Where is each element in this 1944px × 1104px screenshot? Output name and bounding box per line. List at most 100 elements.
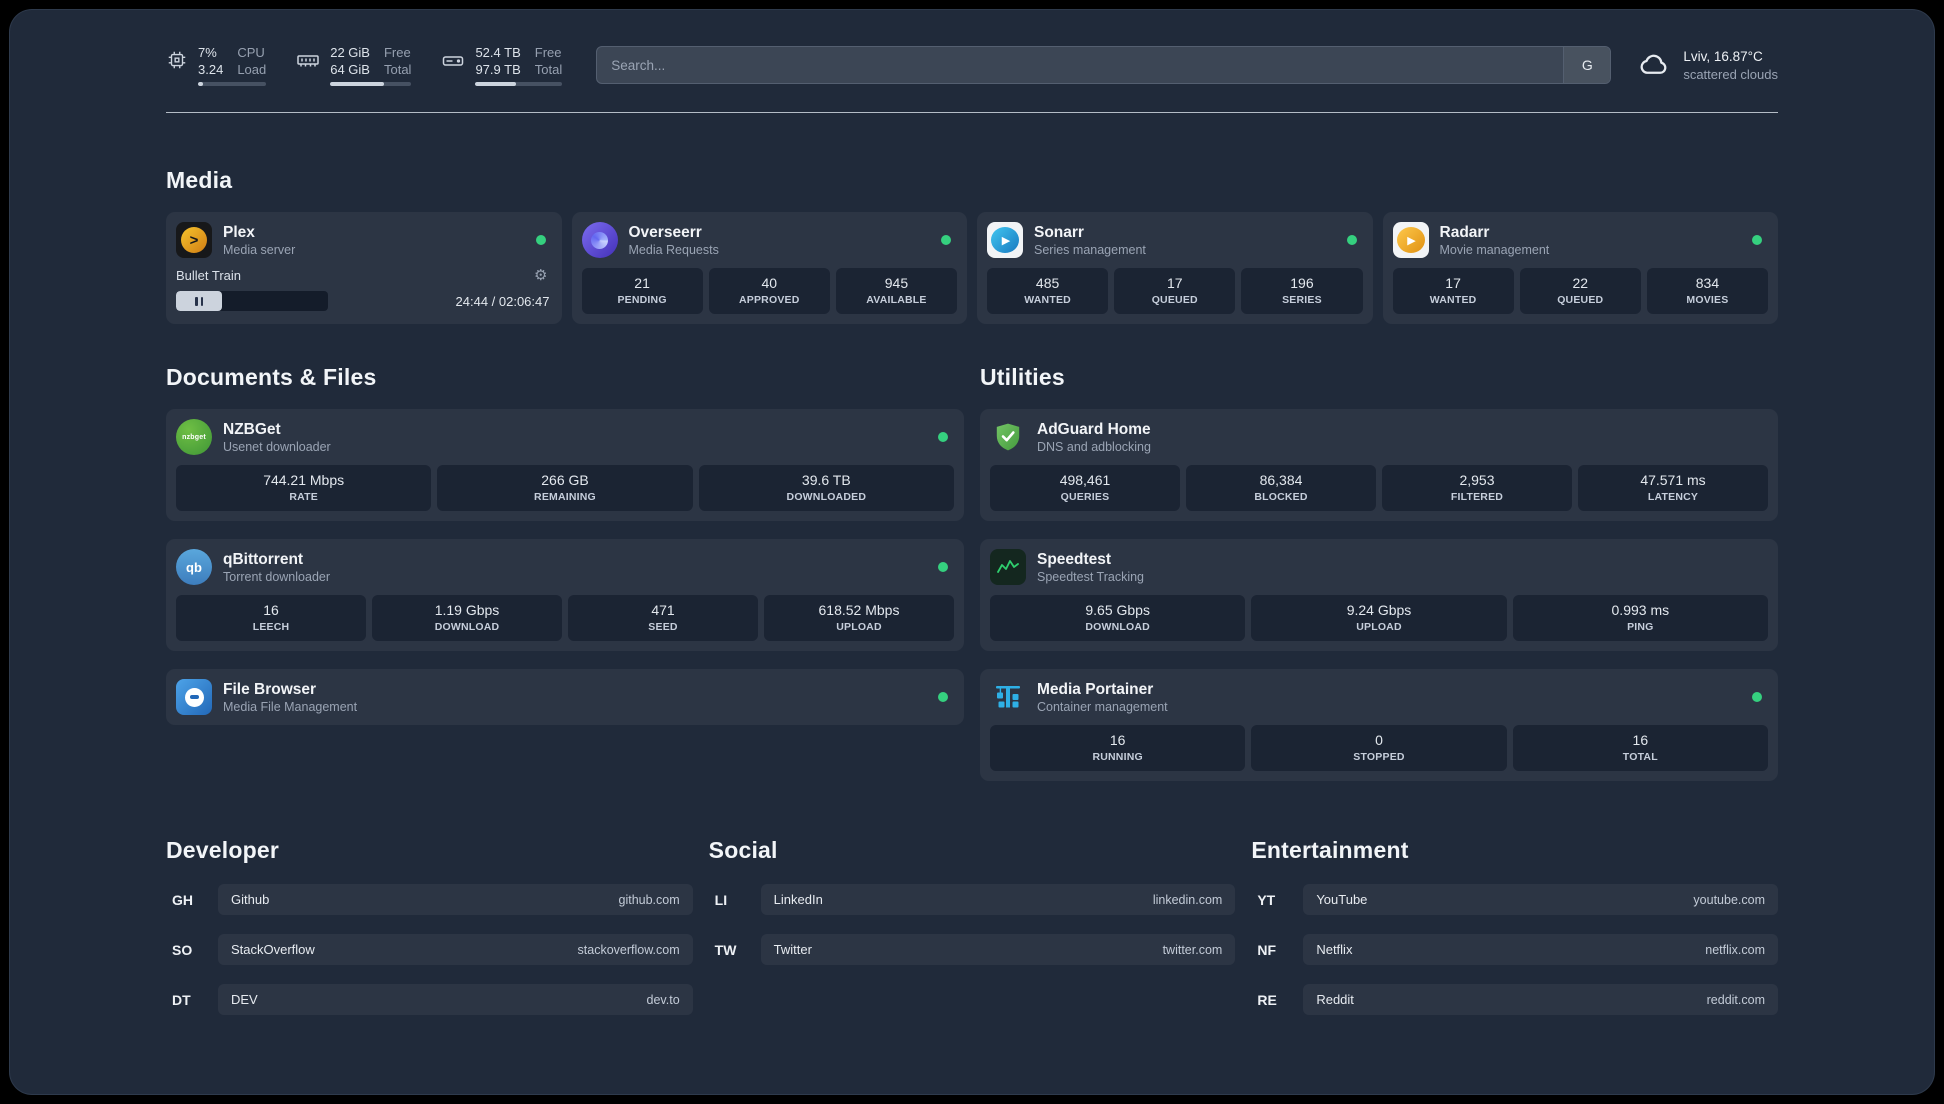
sonarr-icon: ▶	[987, 222, 1023, 258]
bookmark-link-netflix[interactable]: Netflix netflix.com	[1303, 934, 1778, 965]
stat-value: 22	[1572, 275, 1589, 291]
stat-label: REMAINING	[534, 491, 596, 503]
topbar-divider	[166, 112, 1778, 113]
service-card-adguard[interactable]: AdGuard Home DNS and adblocking 498,461 …	[980, 409, 1778, 521]
stat-label: RATE	[289, 491, 318, 503]
service-card-sonarr[interactable]: ▶ Sonarr Series management 485 WANTED 17…	[977, 212, 1373, 324]
service-name: File Browser	[223, 680, 317, 698]
stat-tile: 21 PENDING	[581, 268, 703, 314]
stat-tile: 16 RUNNING	[990, 725, 1246, 771]
stat-label: QUERIES	[1060, 491, 1110, 503]
stat-label: BLOCKED	[1254, 491, 1308, 503]
stat-label: LEECH	[252, 621, 290, 633]
stat-value: 744.21 Mbps	[263, 472, 345, 488]
status-dot	[938, 692, 948, 702]
service-subtitle: Usenet downloader	[223, 439, 331, 454]
stat-value: 2,953	[1459, 472, 1495, 488]
stat-tile: 16 LEECH	[176, 595, 366, 641]
service-name: Media Portainer	[1037, 680, 1154, 698]
resource-widgets: 7% CPU 3.24 Load 22 GiB Free 64 GiB Tota…	[166, 44, 563, 86]
weather-location: Lviv, 16.87°C	[1683, 48, 1763, 64]
bookmark-link-github[interactable]: Github github.com	[218, 884, 693, 915]
cpu-percent: 7%	[198, 45, 217, 60]
cpu-usage-bar	[198, 82, 267, 86]
service-card-overseerr[interactable]: Overseerr Media Requests 21 PENDING 40 A…	[571, 212, 967, 324]
status-dot	[1752, 235, 1762, 245]
section-media: Media > Plex Media server Bullet Train ⚙…	[166, 167, 1778, 324]
playback-progress-bar[interactable]	[176, 291, 328, 311]
bookmark-link-stackoverflow[interactable]: StackOverflow stackoverflow.com	[218, 934, 693, 965]
service-subtitle: Media Requests	[628, 242, 719, 257]
service-card-qbittorrent[interactable]: qb qBittorrent Torrent downloader 16 LEE…	[166, 539, 964, 651]
memory-widget: 22 GiB Free 64 GiB Total	[296, 44, 412, 86]
service-name: Overseerr	[628, 223, 702, 241]
stat-tile: 2,953 FILTERED	[1382, 465, 1572, 511]
stat-label: APPROVED	[738, 294, 800, 306]
section-documents: Documents & Files nzbget NZBGet Usenet d…	[166, 364, 964, 725]
search-bar[interactable]: G	[596, 46, 1612, 84]
service-subtitle: Movie management	[1439, 242, 1550, 257]
stat-value: 21	[634, 275, 650, 291]
bookmark-link-twitter[interactable]: Twitter twitter.com	[760, 934, 1236, 965]
stat-label: QUEUED	[1557, 294, 1604, 306]
bookmark-link-dev[interactable]: DEV dev.to	[218, 984, 693, 1015]
bookmark-abbr: NF	[1257, 941, 1276, 958]
stat-tile: 22 QUEUED	[1519, 268, 1641, 314]
stat-label: PENDING	[617, 294, 667, 306]
stat-value: 196	[1290, 275, 1314, 291]
stat-tile: 17 QUEUED	[1114, 268, 1236, 314]
bookmark-abbr: GH	[172, 891, 193, 908]
stat-label: UPLOAD	[836, 621, 882, 633]
status-dot	[941, 235, 951, 245]
stat-label: DOWNLOADED	[786, 491, 867, 503]
stat-label: TOTAL	[1622, 751, 1658, 763]
stat-value: 9.65 Gbps	[1085, 602, 1150, 618]
stat-tile: 86,384 BLOCKED	[1186, 465, 1376, 511]
disk-total-label: Total	[534, 62, 563, 77]
search-input[interactable]	[597, 47, 1564, 83]
cpu-widget: 7% CPU 3.24 Load	[166, 44, 267, 86]
service-card-filebrowser[interactable]: File Browser Media File Management	[166, 669, 964, 725]
service-subtitle: DNS and adblocking	[1037, 439, 1151, 454]
bookmark-abbr: LI	[714, 891, 728, 908]
section-title-media: Media	[166, 167, 233, 193]
memory-icon	[297, 55, 319, 67]
disk-total: 97.9 TB	[475, 62, 521, 77]
section-utilities: Utilities AdGuard Home DNS and adblockin…	[980, 364, 1778, 781]
bookmark-link-youtube[interactable]: YouTube youtube.com	[1303, 884, 1778, 915]
stat-value: 498,461	[1059, 472, 1111, 488]
bookmark-link-linkedin[interactable]: LinkedIn linkedin.com	[760, 884, 1236, 915]
stat-value: 1.19 Gbps	[434, 602, 500, 618]
service-name: Radarr	[1439, 223, 1490, 241]
stat-value: 834	[1695, 275, 1720, 291]
status-dot	[1752, 692, 1762, 702]
stat-tile: 40 APPROVED	[708, 268, 830, 314]
stat-tile: 618.52 Mbps UPLOAD	[764, 595, 954, 641]
search-provider-button[interactable]: G	[1563, 47, 1611, 83]
gear-icon[interactable]: ⚙	[534, 268, 547, 283]
stat-label: DOWNLOAD	[434, 621, 500, 633]
stat-label: WANTED	[1429, 294, 1477, 306]
stat-value: 945	[884, 275, 909, 291]
service-card-nzbget[interactable]: nzbget NZBGet Usenet downloader 744.21 M…	[166, 409, 964, 521]
service-card-plex[interactable]: > Plex Media server Bullet Train ⚙ 24:44…	[166, 212, 562, 324]
stat-label: WANTED	[1024, 294, 1071, 306]
stat-tile: 485 WANTED	[987, 268, 1109, 314]
bookmark-link-reddit[interactable]: Reddit reddit.com	[1303, 984, 1778, 1015]
speedtest-icon	[990, 549, 1026, 585]
stat-value: 16	[263, 602, 279, 618]
bookmark-abbr: RE	[1257, 991, 1277, 1008]
cpu-load-label: Load	[237, 62, 267, 77]
stat-label: STOPPED	[1353, 751, 1405, 763]
service-card-speedtest[interactable]: Speedtest Speedtest Tracking 9.65 Gbps D…	[980, 539, 1778, 651]
service-card-portainer[interactable]: Media Portainer Container management 16 …	[980, 669, 1778, 781]
disk-free-label: Free	[534, 45, 562, 60]
dashboard-window: 7% CPU 3.24 Load 22 GiB Free 64 GiB Tota…	[10, 10, 1934, 1094]
stat-tile: 0.993 ms PING	[1512, 595, 1768, 641]
cpu-icon	[168, 51, 186, 69]
stat-label: FILTERED	[1450, 491, 1504, 503]
pause-icon[interactable]	[176, 291, 222, 311]
service-card-radarr[interactable]: ▶ Radarr Movie management 17 WANTED 22 Q…	[1382, 212, 1778, 324]
service-name: NZBGet	[223, 420, 281, 438]
stat-label: SERIES	[1282, 294, 1322, 306]
